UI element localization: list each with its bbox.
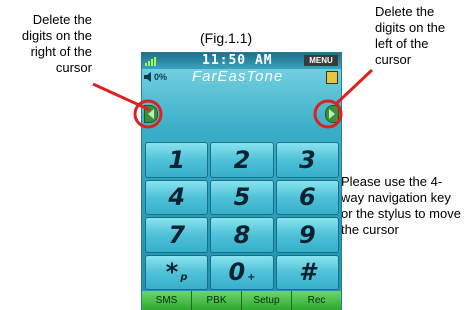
dial-keypad: 1 2 3 4 5 6 7 8 9 * p 0 + #	[145, 142, 339, 290]
key-3[interactable]: 4	[145, 179, 209, 215]
softkey-pbk[interactable]: PBK	[192, 291, 242, 310]
arrow-left-icon	[329, 109, 335, 119]
message-icon	[326, 71, 338, 84]
key-label: 0	[228, 258, 246, 287]
key-1[interactable]: 2	[210, 142, 274, 178]
figure-caption: (Fig.1.1)	[200, 30, 253, 46]
softkey-setup[interactable]: Setup	[242, 291, 292, 310]
annotation-left: Delete the digits on the right of the cu…	[21, 12, 92, 75]
softkey-rec[interactable]: Rec	[292, 291, 341, 310]
key-label: 2	[233, 145, 251, 174]
key-label: 1	[168, 145, 186, 174]
key-sublabel: p	[180, 271, 188, 283]
speaker-icon	[144, 72, 151, 82]
menu-badge[interactable]: MENU	[304, 55, 338, 66]
key-label: 6	[298, 183, 316, 212]
softkey-sms[interactable]: SMS	[142, 291, 192, 310]
key-label: 5	[233, 183, 251, 212]
key-label: 7	[168, 220, 186, 249]
softkey-bar: SMS PBK Setup Rec	[142, 291, 341, 310]
key-5[interactable]: 6	[275, 179, 339, 215]
carrier-row: 0% FarEasTone	[142, 68, 341, 85]
carrier-name: FarEasTone	[192, 68, 284, 85]
delete-left-button[interactable]	[325, 105, 339, 123]
key-label: #	[298, 258, 316, 287]
key-8[interactable]: 9	[275, 217, 339, 253]
number-input-area[interactable]	[142, 85, 341, 141]
figure: Delete the digits on the right of the cu…	[0, 0, 465, 310]
key-0[interactable]: 1	[145, 142, 209, 178]
key-11[interactable]: #	[275, 254, 339, 290]
status-bar: 11:50 AM MENU	[142, 53, 341, 69]
annotation-right: Delete the digits on the left of the cur…	[375, 4, 446, 67]
phone-screen: 11:50 AM MENU 0% FarEasTone 1 2 3 4 5 6 7 8 9 * p 0…	[141, 52, 342, 310]
arrow-right-icon	[148, 109, 154, 119]
key-label: 3	[298, 145, 316, 174]
volume-level: 0%	[154, 72, 168, 82]
key-6[interactable]: 7	[145, 217, 209, 253]
key-sublabel: +	[247, 271, 256, 283]
key-label: *	[165, 258, 179, 287]
key-label: 8	[233, 220, 251, 249]
key-label: 9	[298, 220, 316, 249]
annotation-bottom: Please use the 4-way navigation key or t…	[341, 174, 461, 237]
clock: 11:50 AM	[202, 53, 273, 68]
key-9[interactable]: * p	[145, 254, 209, 290]
key-7[interactable]: 8	[210, 217, 274, 253]
key-4[interactable]: 5	[210, 179, 274, 215]
delete-right-button[interactable]	[144, 105, 158, 123]
signal-icon	[145, 57, 156, 66]
key-label: 4	[168, 183, 186, 212]
key-10[interactable]: 0 +	[210, 254, 274, 290]
key-2[interactable]: 3	[275, 142, 339, 178]
